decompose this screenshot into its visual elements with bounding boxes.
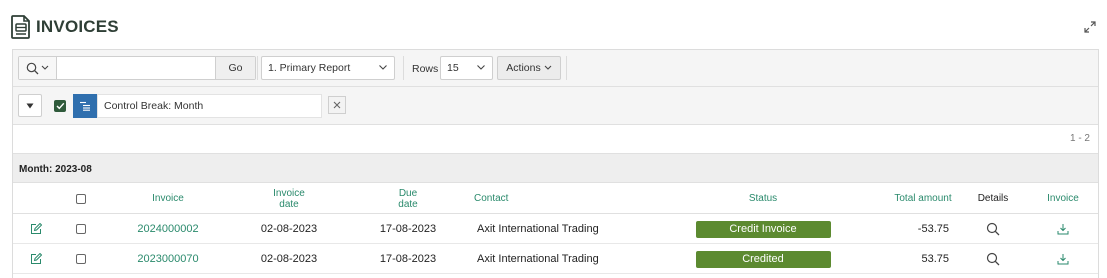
search-group: Go — [18, 56, 256, 80]
pagination-info: 1 - 2 — [1069, 133, 1090, 144]
edit-icon — [31, 223, 42, 234]
status-badge: Credited — [695, 250, 831, 268]
total-amount-cell: 53.75 — [921, 253, 949, 265]
total-amount-cell: -53.75 — [917, 223, 949, 235]
chevron-down-icon — [544, 65, 552, 70]
checkmark-icon — [56, 102, 64, 110]
select-all-cell — [61, 183, 101, 214]
invoice-date-cell: 02-08-2023 — [260, 223, 318, 235]
page-title: INVOICES — [36, 17, 119, 36]
toolbar-divider — [257, 56, 258, 80]
chevron-down-icon — [379, 65, 387, 70]
column-header-invoice[interactable]: Invoice — [118, 183, 218, 214]
invoice-number-link[interactable]: 2023000070 — [118, 244, 218, 274]
pagination-row: 1 - 2 — [13, 125, 1098, 153]
row-select-checkbox[interactable] — [76, 224, 86, 234]
column-header-contact[interactable]: Contact — [474, 183, 594, 214]
contact-cell: Axit International Trading — [477, 253, 599, 265]
control-break-filter[interactable]: Control Break: Month — [97, 94, 322, 118]
search-icon — [986, 252, 1000, 266]
column-header-invoice-date[interactable]: Invoice date — [259, 183, 319, 214]
download-invoice-button[interactable] — [1043, 214, 1083, 244]
rows-per-page-select[interactable]: 15 — [440, 56, 493, 80]
row-select-checkbox[interactable] — [76, 254, 86, 264]
column-header-due-date[interactable]: Due date — [383, 183, 433, 214]
invoice-date-cell: 02-08-2023 — [260, 253, 318, 265]
saved-report-value: 1. Primary Report — [268, 62, 351, 74]
column-header-invoice-download[interactable]: Invoice — [1038, 183, 1088, 214]
select-all-checkbox[interactable] — [76, 193, 86, 204]
report-settings-bar: Control Break: Month — [13, 87, 1098, 125]
contact-cell: Axit International Trading — [477, 223, 599, 235]
toolbar-divider — [566, 56, 567, 80]
remove-filter-button[interactable] — [328, 96, 346, 114]
invoice-number-link[interactable]: 2024000002 — [118, 214, 218, 244]
download-invoice-button[interactable] — [1043, 244, 1083, 274]
control-break-label: Month: 2023-08 — [19, 164, 92, 175]
search-column-button[interactable] — [19, 57, 57, 79]
edit-row-button[interactable] — [25, 244, 47, 274]
status-cell: Credited — [683, 244, 843, 274]
toolbar-divider — [403, 56, 404, 80]
close-icon — [333, 101, 341, 109]
column-header-details: Details — [977, 193, 1009, 204]
caret-down-icon — [26, 103, 34, 108]
rows-label: Rows — [412, 63, 439, 75]
column-header-status[interactable]: Status — [713, 183, 813, 214]
table-header: Invoice Invoice date Due date Contact Stat… — [13, 183, 1098, 214]
report-toolbar: Go 1. Primary Report Rows 15 Actions — [13, 50, 1098, 87]
row-select-cell — [61, 214, 101, 244]
due-date-cell: 17-08-2023 — [379, 253, 437, 265]
collapse-settings-button[interactable] — [18, 94, 42, 117]
download-icon — [1057, 224, 1069, 235]
go-button[interactable]: Go — [215, 57, 255, 79]
due-date-cell: 17-08-2023 — [379, 223, 437, 235]
table-row: 2023000070 02-08-2023 17-08-2023 Axit In… — [13, 244, 1098, 274]
search-icon — [986, 222, 1000, 236]
row-select-cell — [61, 244, 101, 274]
saved-report-select[interactable]: 1. Primary Report — [261, 56, 395, 80]
details-button[interactable] — [973, 244, 1013, 274]
rows-per-page-value: 15 — [447, 62, 459, 74]
status-cell: Credit Invoice — [683, 214, 843, 244]
expand-icon[interactable] — [1083, 20, 1097, 34]
chevron-down-icon — [477, 65, 485, 70]
search-icon — [26, 62, 39, 74]
region-header: INVOICES — [0, 0, 1107, 50]
invoice-document-icon — [11, 15, 30, 39]
table-row: 2024000002 02-08-2023 17-08-2023 Axit In… — [13, 214, 1098, 244]
download-icon — [1057, 254, 1069, 265]
column-header-total-amount[interactable]: Total amount — [883, 183, 963, 214]
control-break-header: Month: 2023-08 — [13, 153, 1098, 183]
actions-label: Actions — [506, 62, 541, 74]
filter-enable-checkbox[interactable] — [54, 100, 66, 112]
edit-icon — [31, 253, 42, 264]
control-break-icon — [73, 94, 97, 118]
status-badge: Credit Invoice — [695, 220, 831, 238]
chevron-down-icon — [41, 65, 49, 70]
edit-row-button[interactable] — [25, 214, 47, 244]
actions-menu-button[interactable]: Actions — [497, 56, 561, 80]
interactive-report: Go 1. Primary Report Rows 15 Actions Con… — [12, 49, 1099, 278]
search-input[interactable] — [58, 57, 215, 79]
details-button[interactable] — [973, 214, 1013, 244]
